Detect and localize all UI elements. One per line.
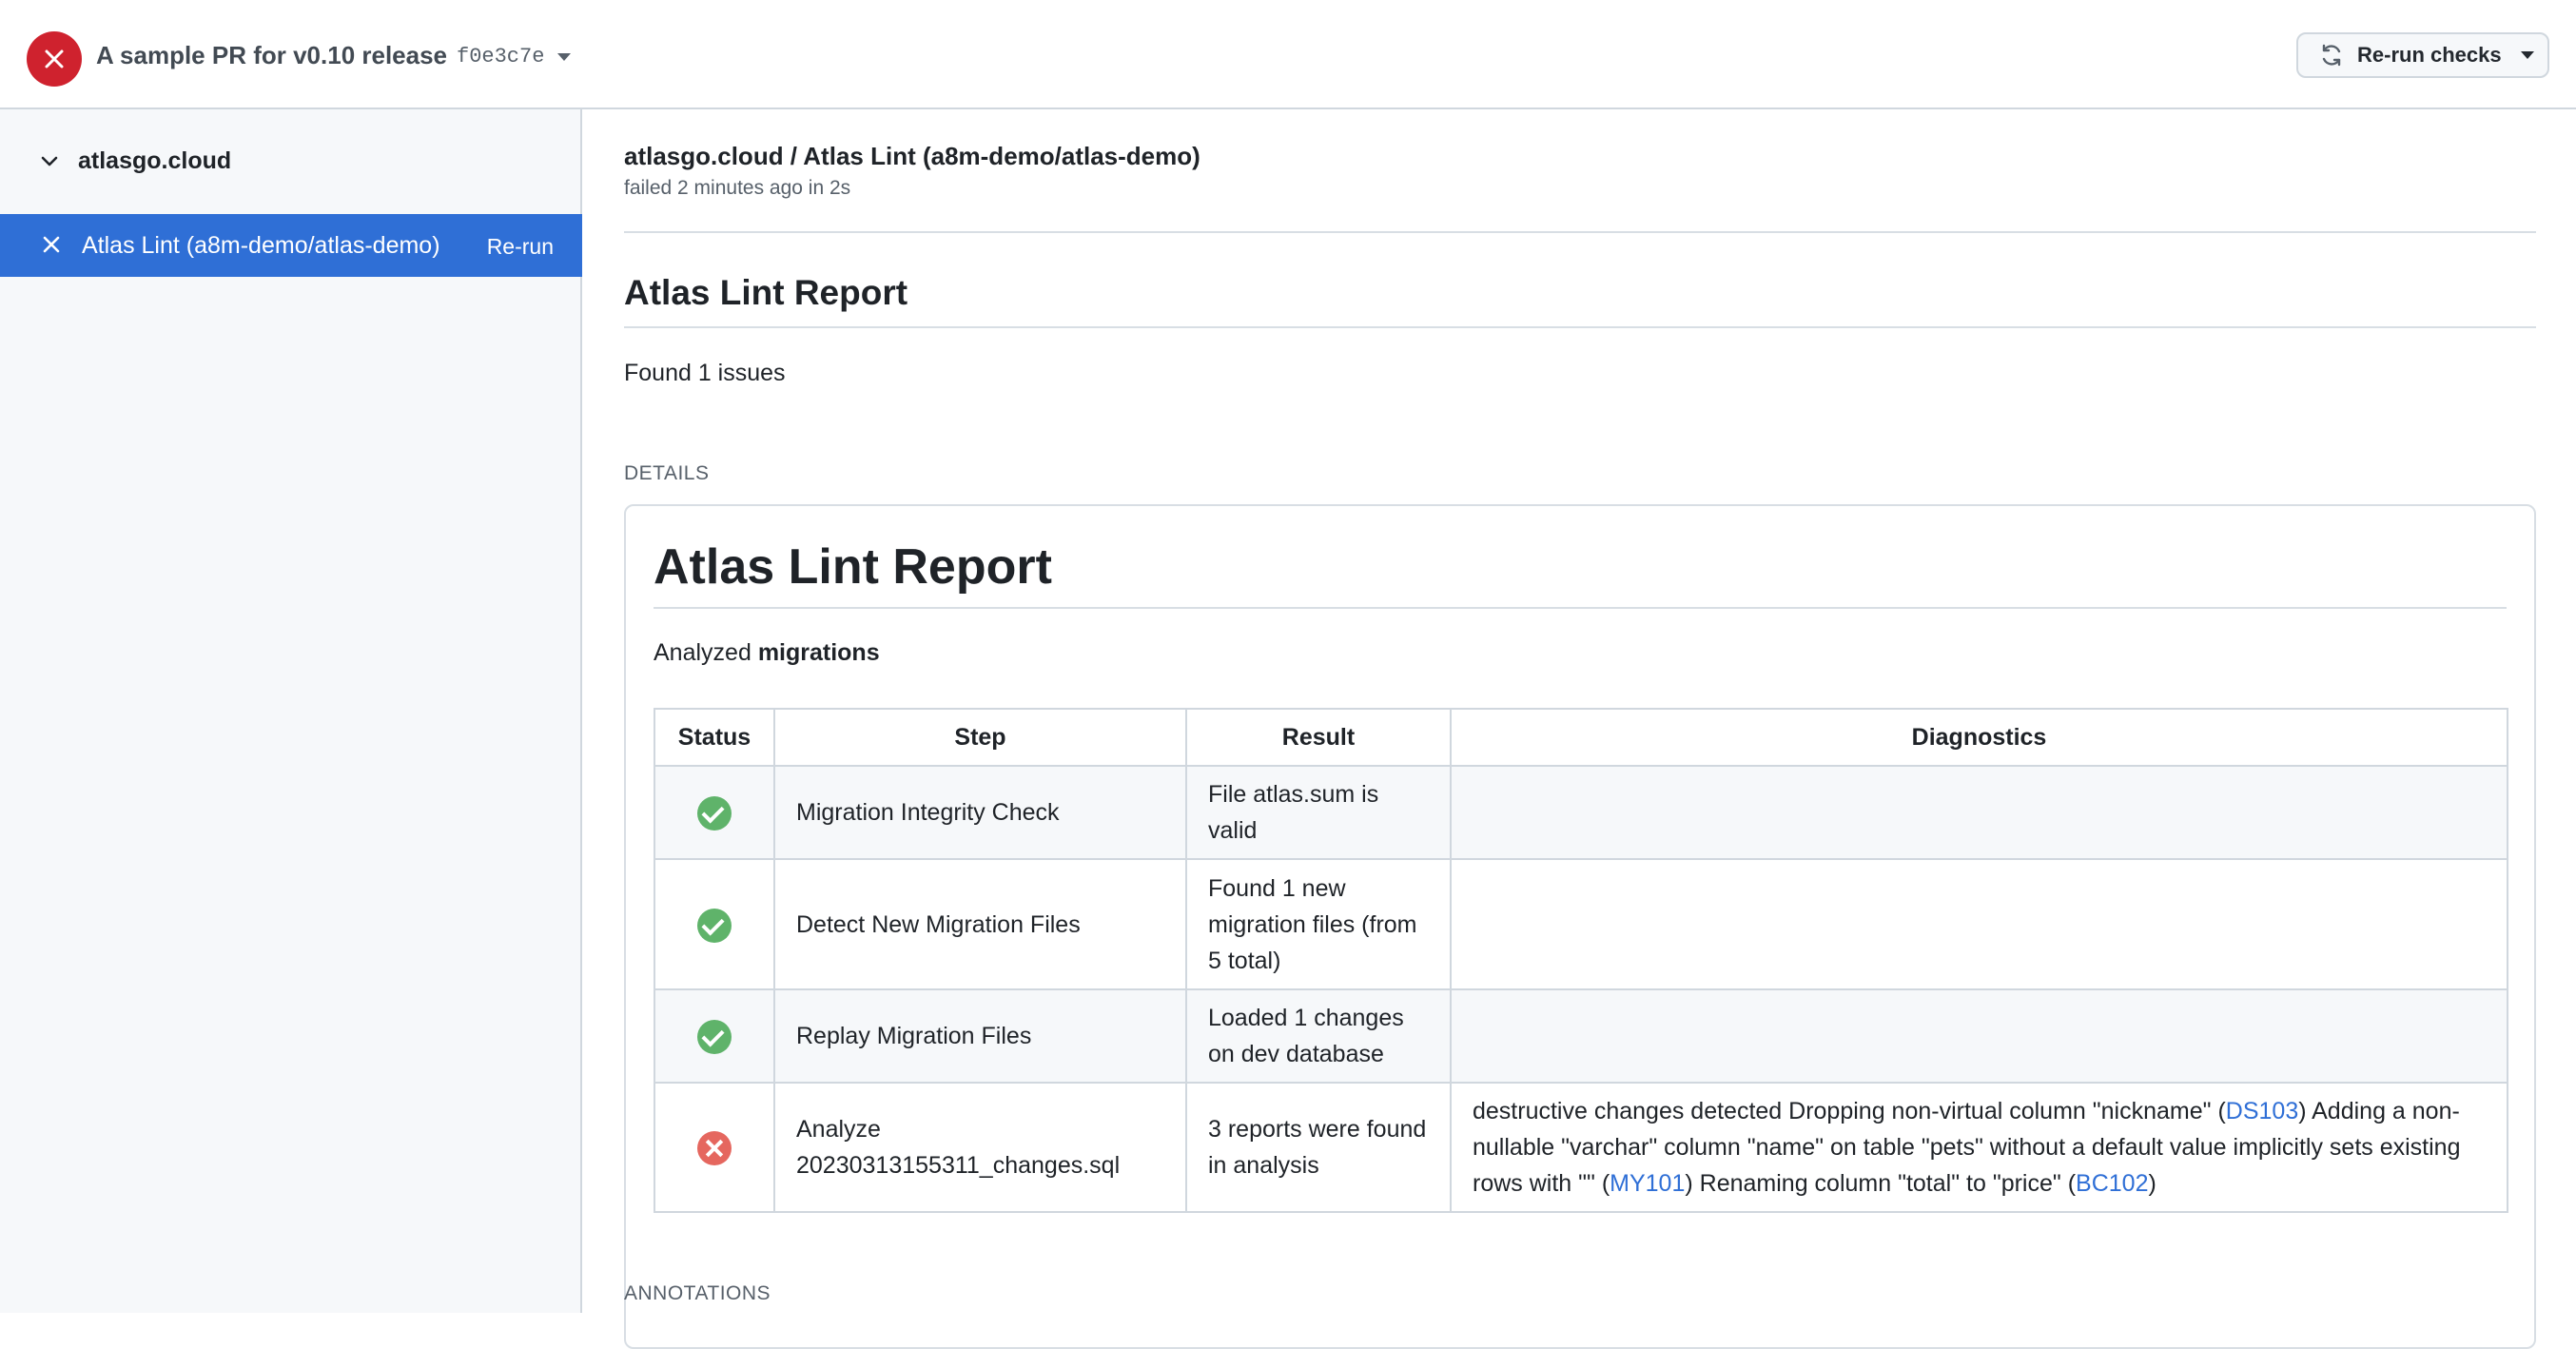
analyzed-line: Analyzed migrations — [654, 639, 880, 667]
table-row: Replay Migration Files Loaded 1 changes … — [654, 989, 2508, 1083]
failed-x-icon — [42, 235, 61, 254]
diagnostic-text: ) — [2149, 1170, 2156, 1197]
status-cell — [654, 859, 774, 989]
check-suite-toggle[interactable]: atlasgo.cloud — [40, 147, 231, 175]
chevron-down-icon — [557, 53, 571, 61]
diagnostic-text: ) Renaming column "total" to "price" ( — [1685, 1170, 2076, 1197]
details-box: Atlas Lint Report Analyzed migrations St… — [624, 504, 2536, 1349]
rerun-checks-button[interactable]: Re-run checks — [2296, 32, 2549, 78]
diagnostics-cell — [1451, 766, 2508, 859]
report-heading: Atlas Lint Report — [624, 273, 907, 313]
diagnostic-code-link[interactable]: DS103 — [2226, 1098, 2298, 1124]
check-run-breadcrumb: atlasgo.cloud / Atlas Lint (a8m-demo/atl… — [624, 142, 1200, 171]
check-suite-name: atlasgo.cloud — [78, 147, 231, 175]
step-cell: Detect New Migration Files — [774, 859, 1186, 989]
result-cell: File atlas.sum is valid — [1186, 766, 1451, 859]
failed-status-icon — [27, 31, 82, 87]
analyzed-prefix: Analyzed — [654, 639, 751, 666]
step-cell: Migration Integrity Check — [774, 766, 1186, 859]
divider — [624, 326, 2536, 328]
column-header-step: Step — [774, 709, 1186, 766]
check-run-status-meta: failed 2 minutes ago in 2s — [624, 177, 850, 200]
diagnostics-cell — [1451, 989, 2508, 1083]
diagnostic-code-link[interactable]: MY101 — [1610, 1170, 1685, 1197]
column-header-status: Status — [654, 709, 774, 766]
column-header-result: Result — [1186, 709, 1451, 766]
analyzed-target: migrations — [758, 639, 880, 666]
sidebar-item-label: Atlas Lint (a8m-demo/atlas-demo) — [82, 232, 453, 260]
error-circle-icon — [697, 1131, 732, 1165]
status-cell — [654, 989, 774, 1083]
diagnostic-code-link[interactable]: BC102 — [2076, 1170, 2148, 1197]
diagnostic-text: destructive changes detected Dropping no… — [1473, 1098, 2226, 1124]
lint-report-title: Atlas Lint Report — [654, 538, 1052, 596]
annotations-section-label: ANNOTATIONS — [624, 1282, 771, 1305]
lint-results-table: Status Step Result Diagnostics Migration… — [654, 708, 2508, 1213]
details-section-label: DETAILS — [624, 462, 709, 485]
commit-sha: f0e3c7e — [457, 45, 544, 68]
column-header-diagnostics: Diagnostics — [1451, 709, 2508, 766]
result-cell: Found 1 new migration files (from 5 tota… — [1186, 859, 1451, 989]
issues-summary: Found 1 issues — [624, 360, 786, 387]
divider — [624, 231, 2536, 233]
status-cell — [654, 1083, 774, 1212]
status-cell — [654, 766, 774, 859]
divider — [654, 607, 2507, 609]
pr-title: A sample PR for v0.10 release — [96, 41, 447, 70]
chevron-down-icon — [40, 155, 59, 168]
sync-icon — [2319, 43, 2344, 68]
diagnostics-cell: destructive changes detected Dropping no… — [1451, 1083, 2508, 1212]
checks-header: A sample PR for v0.10 release f0e3c7e Re… — [0, 0, 2576, 109]
result-cell: Loaded 1 changes on dev database — [1186, 989, 1451, 1083]
table-header-row: Status Step Result Diagnostics — [654, 709, 2508, 766]
diagnostics-cell — [1451, 859, 2508, 989]
rerun-checks-label: Re-run checks — [2357, 43, 2502, 68]
table-row: Migration Integrity Check File atlas.sum… — [654, 766, 2508, 859]
commit-selector[interactable]: f0e3c7e — [457, 45, 571, 68]
step-cell: Analyze 20230313155311_changes.sql — [774, 1083, 1186, 1212]
chevron-down-icon — [2521, 51, 2534, 59]
rerun-button[interactable]: Re-run — [487, 234, 554, 260]
step-cell: Replay Migration Files — [774, 989, 1186, 1083]
table-row: Detect New Migration Files Found 1 new m… — [654, 859, 2508, 989]
table-row: Analyze 20230313155311_changes.sql 3 rep… — [654, 1083, 2508, 1212]
result-cell: 3 reports were found in analysis — [1186, 1083, 1451, 1212]
check-circle-icon — [697, 796, 732, 831]
check-circle-icon — [697, 1020, 732, 1054]
sidebar-item-atlas-lint[interactable]: Atlas Lint (a8m-demo/atlas-demo) Re-run — [0, 214, 582, 277]
checks-sidebar: atlasgo.cloud Atlas Lint (a8m-demo/atlas… — [0, 109, 582, 1313]
check-circle-icon — [697, 909, 732, 943]
